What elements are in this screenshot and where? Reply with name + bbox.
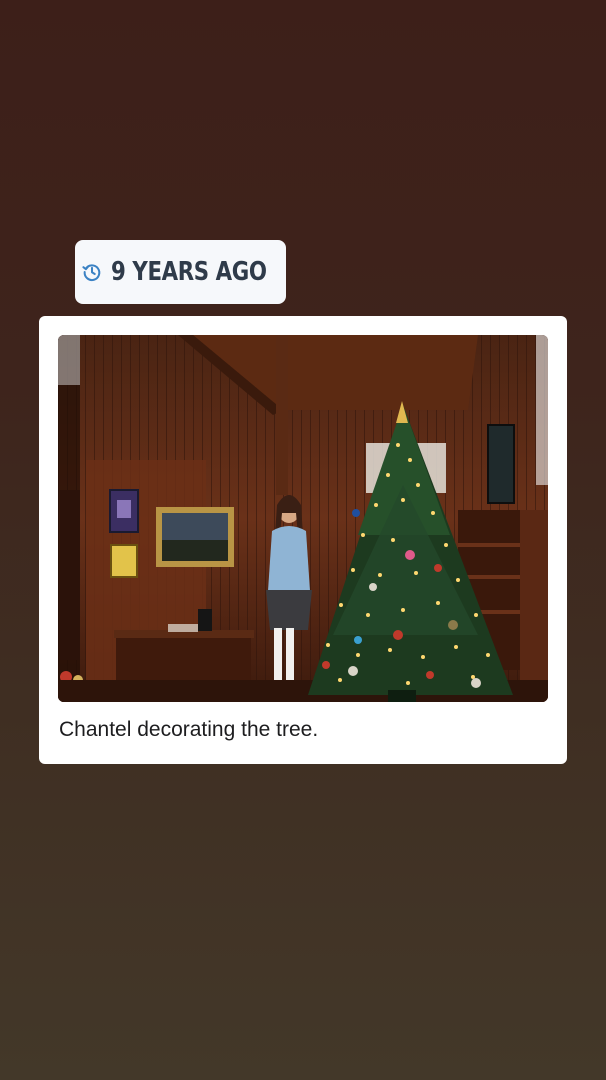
memory-caption: Chantel decorating the tree. [59, 718, 319, 741]
memory-age-label: 9 YEARS AGO [110, 257, 267, 287]
memory-card[interactable]: Chantel decorating the tree. [39, 316, 567, 764]
memory-photo[interactable] [58, 335, 548, 702]
history-clock-icon [81, 261, 103, 283]
memory-date-badge: 9 YEARS AGO [75, 240, 286, 304]
